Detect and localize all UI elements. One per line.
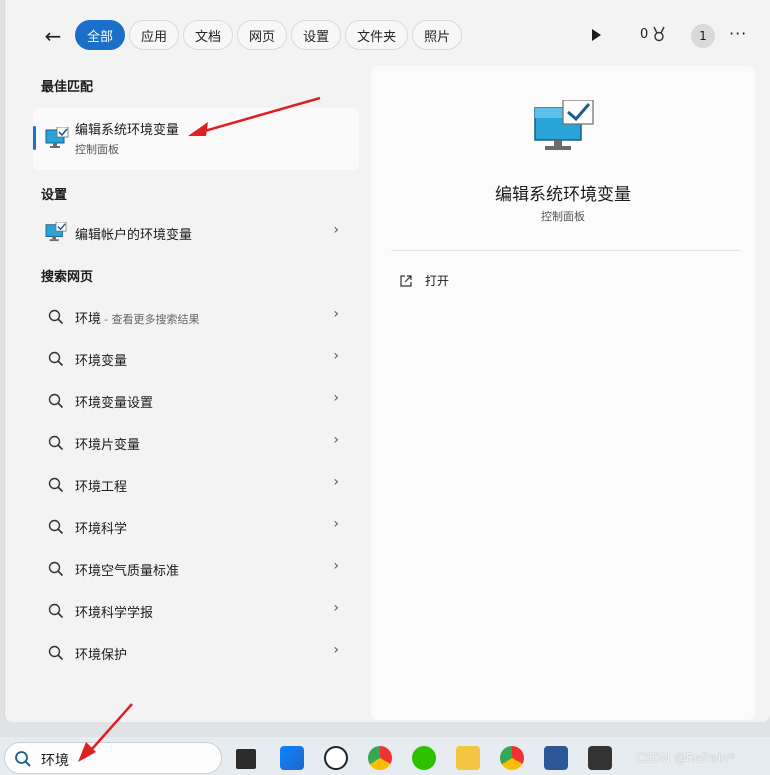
section-web-search: 搜索网页 bbox=[41, 270, 94, 285]
chevron-right-icon: › bbox=[333, 558, 339, 574]
web-search-item[interactable]: 环境变量设置 › bbox=[33, 380, 359, 420]
more-options-icon[interactable]: ··· bbox=[729, 24, 749, 48]
start-search-panel: ← 全部 应用 文档 网页 设置 文件夹 照片 0 1 ··· 最佳匹配 编辑系… bbox=[4, 0, 770, 722]
open-label: 打开 bbox=[425, 274, 450, 288]
results-list: 最佳匹配 编辑系统环境变量 控制面板 设置 编辑帐户的环境变量 › 搜索网页 环… bbox=[5, 66, 367, 716]
filter-bar: ← 全部 应用 文档 网页 设置 文件夹 照片 0 1 ··· bbox=[5, 14, 770, 56]
search-icon bbox=[48, 519, 64, 535]
search-query: 环境 bbox=[41, 753, 69, 769]
best-match-item[interactable]: 编辑系统环境变量 控制面板 bbox=[33, 108, 359, 170]
chevron-right-icon: › bbox=[333, 642, 339, 658]
search-icon bbox=[48, 603, 64, 619]
wechat-icon[interactable] bbox=[412, 746, 436, 770]
tab-photos[interactable]: 照片 bbox=[412, 20, 463, 50]
tab-documents[interactable]: 文档 bbox=[183, 20, 234, 50]
chevron-right-icon: › bbox=[333, 222, 339, 238]
word-icon[interactable] bbox=[544, 746, 568, 770]
dell-icon[interactable] bbox=[324, 746, 348, 770]
search-icon bbox=[48, 435, 64, 451]
settings-item-account-env[interactable]: 编辑帐户的环境变量 › bbox=[33, 212, 359, 252]
web-item-label: 环境 - 查看更多搜索结果 bbox=[75, 312, 200, 327]
search-icon bbox=[48, 351, 64, 367]
monitor-check-icon bbox=[45, 127, 69, 148]
preview-subtitle: 控制面板 bbox=[541, 210, 585, 223]
terminal-icon[interactable] bbox=[588, 746, 612, 770]
taskbar-search-box[interactable]: 环境 bbox=[4, 742, 222, 774]
back-arrow-icon[interactable]: ← bbox=[39, 22, 67, 50]
web-search-item[interactable]: 环境 - 查看更多搜索结果 › bbox=[33, 296, 359, 336]
medal-icon bbox=[653, 26, 665, 42]
web-search-item[interactable]: 环境变量 › bbox=[33, 338, 359, 378]
chevron-right-icon: › bbox=[333, 516, 339, 532]
section-best-match: 最佳匹配 bbox=[41, 80, 94, 95]
divider bbox=[391, 250, 741, 251]
tab-all[interactable]: 全部 bbox=[75, 20, 126, 50]
monitor-check-icon bbox=[534, 100, 594, 150]
play-icon[interactable] bbox=[587, 26, 605, 44]
web-search-item[interactable]: 环境空气质量标准 › bbox=[33, 548, 359, 588]
web-item-label: 环境科学学报 bbox=[75, 606, 154, 621]
tab-settings[interactable]: 设置 bbox=[291, 20, 342, 50]
best-match-title: 编辑系统环境变量 bbox=[75, 123, 180, 138]
watermark: CSDN @Refrain* bbox=[636, 751, 735, 765]
web-item-label: 环境空气质量标准 bbox=[75, 564, 180, 579]
web-item-label: 环境变量 bbox=[75, 354, 128, 369]
web-item-label: 环境工程 bbox=[75, 480, 128, 495]
web-item-label: 环境片变量 bbox=[75, 438, 141, 453]
search-icon bbox=[48, 645, 64, 661]
tab-web[interactable]: 网页 bbox=[237, 20, 288, 50]
search-icon bbox=[48, 561, 64, 577]
search-icon bbox=[15, 751, 31, 767]
web-item-label: 环境科学 bbox=[75, 522, 128, 537]
best-match-subtitle: 控制面板 bbox=[75, 143, 119, 156]
points-value: 0 bbox=[640, 26, 649, 42]
section-settings: 设置 bbox=[41, 188, 68, 203]
folder-icon[interactable] bbox=[456, 746, 480, 770]
avatar[interactable]: 1 bbox=[691, 24, 715, 48]
web-item-label: 环境保护 bbox=[75, 648, 128, 663]
filter-tabs: 全部 应用 文档 网页 设置 文件夹 照片 bbox=[75, 20, 463, 50]
store-icon[interactable] bbox=[280, 746, 304, 770]
open-action[interactable]: 打开 bbox=[399, 272, 449, 289]
chevron-right-icon: › bbox=[333, 432, 339, 448]
web-search-item[interactable]: 环境工程 › bbox=[33, 464, 359, 504]
chevron-right-icon: › bbox=[333, 348, 339, 364]
web-search-item[interactable]: 环境科学 › bbox=[33, 506, 359, 546]
search-icon bbox=[48, 477, 64, 493]
chevron-right-icon: › bbox=[333, 600, 339, 616]
chevron-right-icon: › bbox=[333, 474, 339, 490]
search-icon bbox=[48, 309, 64, 325]
search-icon bbox=[48, 393, 64, 409]
tab-apps[interactable]: 应用 bbox=[129, 20, 180, 50]
chevron-right-icon: › bbox=[333, 390, 339, 406]
preview-pane: 编辑系统环境变量 控制面板 打开 bbox=[371, 66, 755, 720]
web-item-suffix: - 查看更多搜索结果 bbox=[104, 313, 200, 326]
tab-folders[interactable]: 文件夹 bbox=[345, 20, 409, 50]
web-search-item[interactable]: 环境科学学报 › bbox=[33, 590, 359, 630]
task-view-icon[interactable] bbox=[236, 749, 256, 769]
chevron-right-icon: › bbox=[333, 306, 339, 322]
web-search-item[interactable]: 环境保护 › bbox=[33, 632, 359, 672]
rewards-points[interactable]: 0 bbox=[640, 26, 667, 42]
monitor-check-icon bbox=[45, 222, 67, 242]
chrome-icon[interactable] bbox=[368, 746, 392, 770]
chrome-profile-icon[interactable] bbox=[500, 746, 524, 770]
selection-indicator bbox=[33, 126, 36, 150]
open-external-icon bbox=[400, 274, 412, 287]
web-search-item[interactable]: 环境片变量 › bbox=[33, 422, 359, 462]
settings-item-label: 编辑帐户的环境变量 bbox=[75, 228, 193, 243]
preview-title: 编辑系统环境变量 bbox=[495, 185, 631, 205]
web-item-label: 环境变量设置 bbox=[75, 396, 154, 411]
